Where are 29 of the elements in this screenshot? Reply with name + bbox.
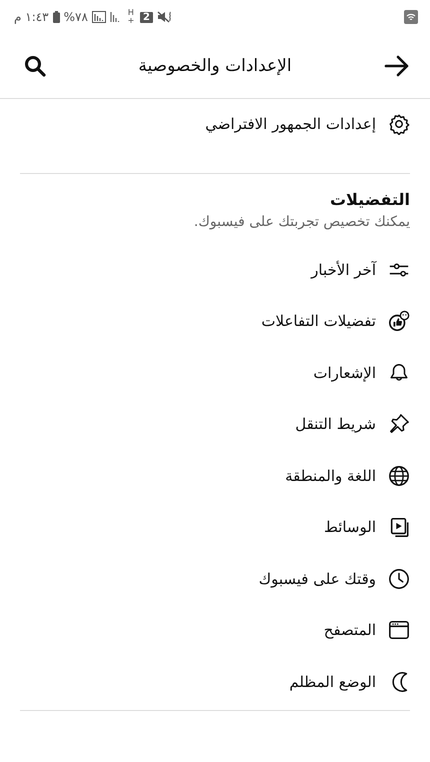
settings-item[interactable]: الوسائط [0,502,430,553]
clock-icon [388,568,410,590]
browser-window-icon [388,619,410,642]
battery-percent: %٧٨ [64,10,88,24]
settings-item[interactable]: الوضع المظلم [0,656,430,708]
clock-time: ١:٤٣ م [14,10,49,24]
thumbs-up-icon [388,310,410,332]
settings-item[interactable]: الإشعارات [0,347,430,398]
network-type: H+ [126,9,136,25]
gear-icon [388,113,410,135]
sim-badge: 2 [140,12,153,22]
signal-icon [92,11,106,23]
settings-item[interactable]: اللغة والمنطقة [0,450,430,502]
play-icon [388,516,410,538]
section-subtitle: يمكنك تخصيص تجربتك على فيسبوك. [192,213,410,232]
settings-item[interactable]: إعدادات الجمهور الافتراضي [0,99,430,149]
settings-item[interactable]: تفضيلات التفاعلات [0,296,430,347]
wifi-icon [404,10,418,24]
mute-icon [156,11,173,23]
settings-item[interactable]: آخر الأخبار [0,244,430,296]
settings-item[interactable]: شريط التنقل [0,398,430,450]
globe-icon [388,464,410,487]
settings-item[interactable]: المتصفح [0,604,430,656]
battery-icon [52,11,60,23]
pin-icon [388,413,410,436]
page-title: الإعدادات والخصوصية [138,56,292,76]
section-title: التفضيلات [328,189,410,211]
settings-item[interactable]: وقتك على فيسبوك [0,553,430,604]
signal-icon [110,11,122,23]
